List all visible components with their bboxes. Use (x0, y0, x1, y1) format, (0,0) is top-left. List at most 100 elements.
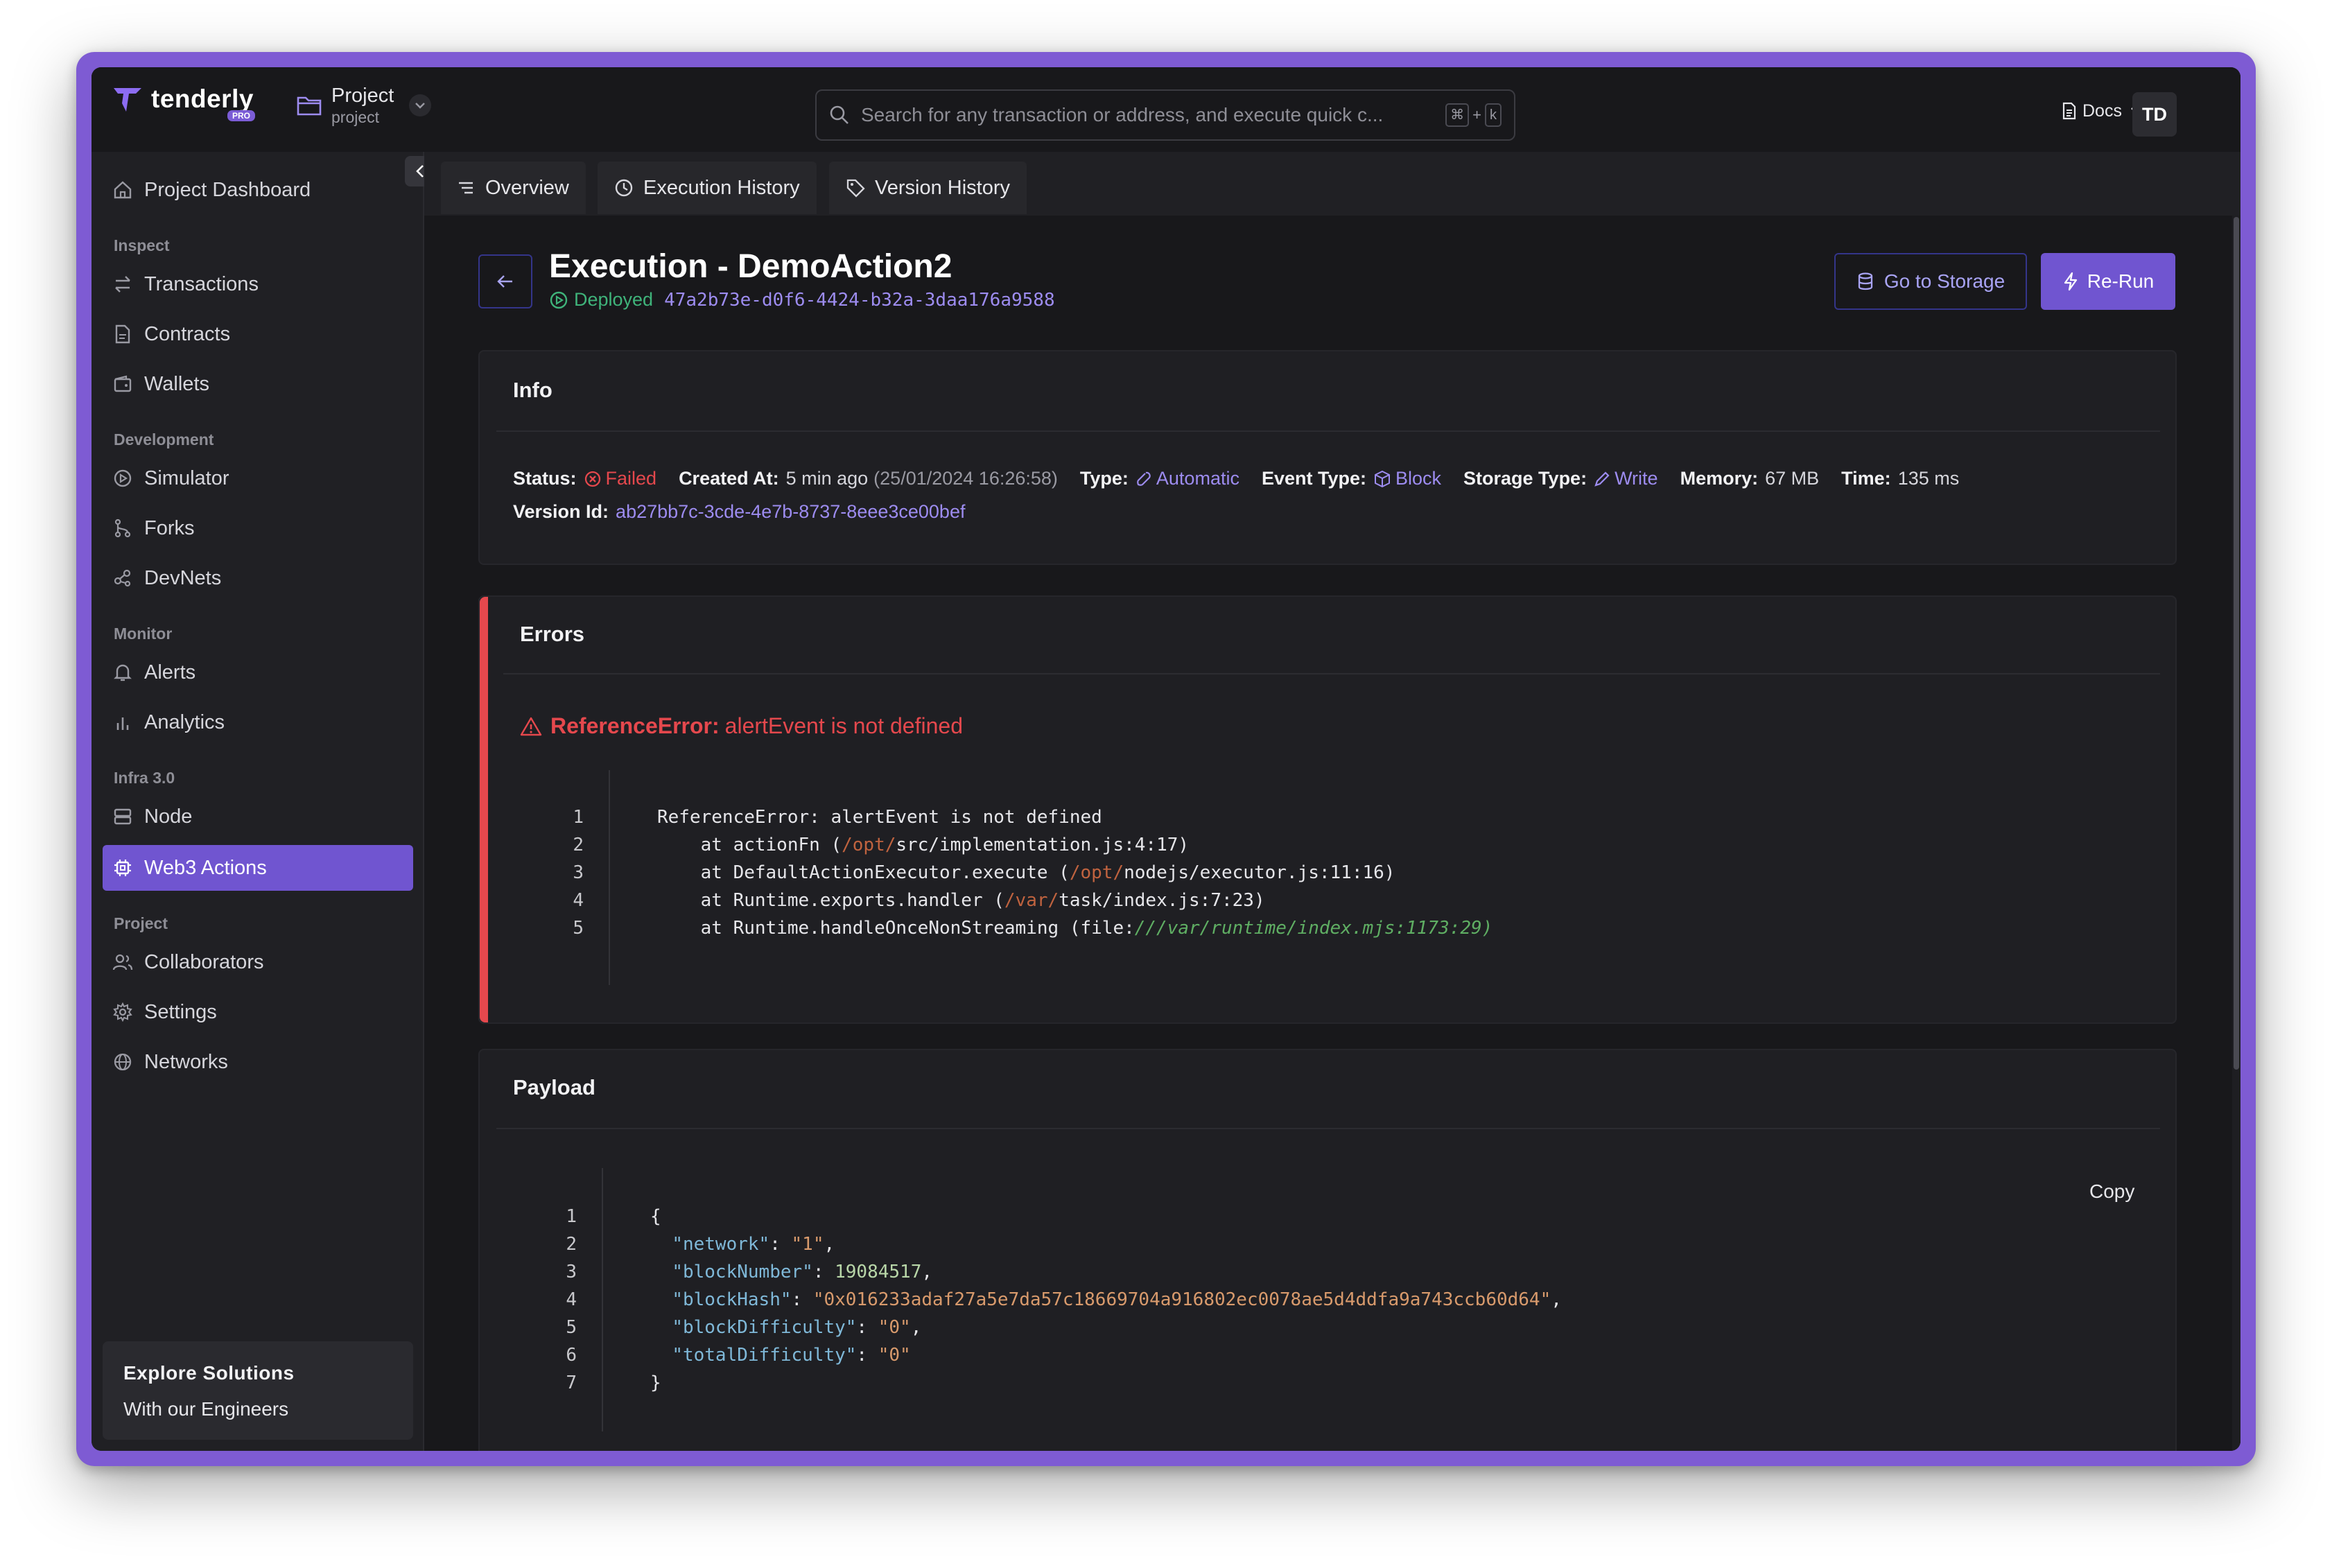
sidebar-item-wallets[interactable]: Wallets (112, 361, 209, 407)
info-time: Time: 135 ms (1841, 468, 1959, 489)
wallet-icon (112, 374, 133, 394)
info-memory: Memory: 67 MB (1680, 468, 1820, 489)
go-to-storage-label: Go to Storage (1883, 270, 2005, 292)
main-scrollbar[interactable] (2232, 216, 2240, 1451)
window-frame: tenderly PRO Project project Search for … (76, 52, 2256, 1466)
errors-title: Errors (520, 622, 585, 646)
stack-trace: ReferenceError: alertEvent is not define… (657, 803, 1493, 942)
sidebar-item-simulator[interactable]: Simulator (112, 455, 229, 501)
transactions-icon (112, 274, 133, 295)
sidebar-item-networks[interactable]: Networks (112, 1039, 228, 1085)
memory-value: 67 MB (1765, 468, 1820, 489)
tag-icon (846, 178, 865, 198)
sidebar-item-web3-actions[interactable]: Web3 Actions (112, 845, 267, 891)
globe-icon (112, 1052, 133, 1072)
code-line: at Runtime.exports.handler (/var/task/in… (657, 890, 1265, 911)
search-input[interactable]: Search for any transaction or address, a… (861, 104, 1445, 126)
sidebar-item-alerts[interactable]: Alerts (112, 650, 195, 695)
code-line: "blockNumber": 19084517, (672, 1262, 933, 1282)
database-icon (1858, 272, 1872, 290)
search-bar[interactable]: Search for any transaction or address, a… (815, 89, 1515, 141)
chevron-down-icon[interactable] (409, 94, 432, 116)
time-label: Time: (1841, 468, 1891, 489)
users-icon (112, 952, 133, 973)
sidebar-item-label: Forks (144, 516, 195, 539)
created-full: (25/01/2024 16:26:58) (873, 468, 1058, 489)
created-value: 5 min ago (785, 468, 869, 489)
tab-execution-history[interactable]: Execution History (598, 162, 817, 214)
sidebar-item-analytics[interactable]: Analytics (112, 699, 225, 745)
fork-icon (112, 518, 133, 539)
sidebar-item-collaborators[interactable]: Collaborators (112, 939, 263, 985)
rerun-button[interactable]: Re-Run (2041, 253, 2175, 310)
type-value: Automatic (1156, 468, 1239, 489)
home-icon (112, 180, 133, 200)
tab-bar: Overview Execution History Version Histo… (424, 152, 2240, 216)
sidebar-section-monitor: Monitor (114, 625, 173, 643)
cmd-key-hint: ⌘ (1445, 103, 1470, 127)
sidebar-item-contracts[interactable]: Contracts (112, 311, 230, 357)
payload-card: Payload Copy 1 2 3 4 5 6 7 { "network": … (478, 1049, 2177, 1451)
version-label: Version Id: (513, 501, 609, 522)
code-line: at DefaultActionExecutor.execute (/opt/n… (657, 862, 1395, 883)
info-created: Created At: 5 min ago (25/01/2024 16:26:… (679, 468, 1058, 489)
chevron-left-icon (416, 165, 424, 177)
sidebar-section-infra: Infra 3.0 (114, 769, 175, 787)
back-button[interactable] (478, 254, 532, 308)
info-row-version: Version Id: ab27bb7c-3cde-4e7b-8737-8eee… (513, 501, 965, 523)
info-status: Status: Failed (513, 468, 656, 489)
sidebar-item-forks[interactable]: Forks (112, 505, 195, 551)
app-window: tenderly PRO Project project Search for … (92, 67, 2240, 1451)
tab-version-history[interactable]: Version History (829, 162, 1027, 214)
sidebar-item-node[interactable]: Node (112, 794, 192, 839)
scrollbar-thumb[interactable] (2234, 217, 2239, 1070)
created-label: Created At: (679, 468, 779, 489)
sidebar-section-inspect: Inspect (114, 236, 170, 254)
search-icon (830, 105, 849, 124)
sidebar-item-label: Project Dashboard (144, 178, 311, 201)
docs-menu[interactable]: Docs (2062, 92, 2143, 130)
folder-icon (297, 96, 322, 116)
deploy-status: Deployed (574, 289, 654, 310)
project-selector[interactable]: Project project (297, 84, 432, 127)
error-text: alertEvent is not defined (724, 713, 963, 738)
sidebar-item-devnets[interactable]: DevNets (112, 555, 221, 601)
sidebar-item-label: Web3 Actions (144, 856, 267, 879)
list-icon (458, 180, 476, 195)
go-to-storage-button[interactable]: Go to Storage (1834, 253, 2027, 310)
tenderly-logo-icon (114, 88, 141, 112)
user-avatar[interactable]: TD (2132, 92, 2177, 137)
rerun-label: Re-Run (2087, 270, 2155, 292)
pro-badge: PRO (227, 110, 256, 121)
code-line: "totalDifficulty": "0" (672, 1345, 911, 1366)
top-bar: tenderly PRO Project project Search for … (92, 67, 2240, 153)
divider (503, 673, 2160, 674)
tab-label: Overview (485, 176, 569, 199)
time-value: 135 ms (1897, 468, 1960, 489)
errors-card: Errors ReferenceError: alertEvent is not… (478, 595, 2177, 1024)
divider (496, 430, 2160, 432)
stack-trace-line-numbers: 1 2 3 4 5 (573, 807, 584, 939)
tab-overview[interactable]: Overview (441, 162, 586, 214)
cube-icon (1375, 470, 1390, 487)
execution-id[interactable]: 47a2b73e-d0f6-4424-b32a-3daa176a9588 (664, 290, 1055, 311)
explore-subtitle: With our Engineers (123, 1398, 289, 1420)
tab-label: Execution History (643, 176, 800, 199)
copy-button[interactable]: Copy (2089, 1181, 2134, 1203)
code-line: at Runtime.handleOnceNonStreaming (file:… (657, 918, 1493, 939)
payload-json: { "network": "1", "blockNumber": 1908451… (650, 1203, 1562, 1397)
sidebar-item-label: Transactions (144, 272, 259, 295)
explore-solutions-card[interactable]: Explore Solutions With our Engineers (103, 1341, 413, 1440)
sidebar: Project Dashboard Inspect Transactions C… (92, 152, 424, 1451)
kbd-plus: + (1472, 106, 1481, 123)
play-circle-icon (112, 468, 133, 489)
project-name: Project (331, 85, 394, 107)
sidebar-item-transactions[interactable]: Transactions (112, 261, 259, 307)
info-row-main: Status: Failed Created At: 5 min ago (25… (513, 468, 1981, 489)
sidebar-item-label: Alerts (144, 661, 196, 683)
version-id-link[interactable]: ab27bb7c-3cde-4e7b-8737-8eee3ce00bef (616, 501, 965, 523)
sidebar-item-project-dashboard[interactable]: Project Dashboard (112, 167, 311, 213)
event-type-value: Block (1395, 468, 1442, 489)
storage-type-value: Write (1615, 468, 1658, 489)
sidebar-item-settings[interactable]: Settings (112, 989, 217, 1035)
